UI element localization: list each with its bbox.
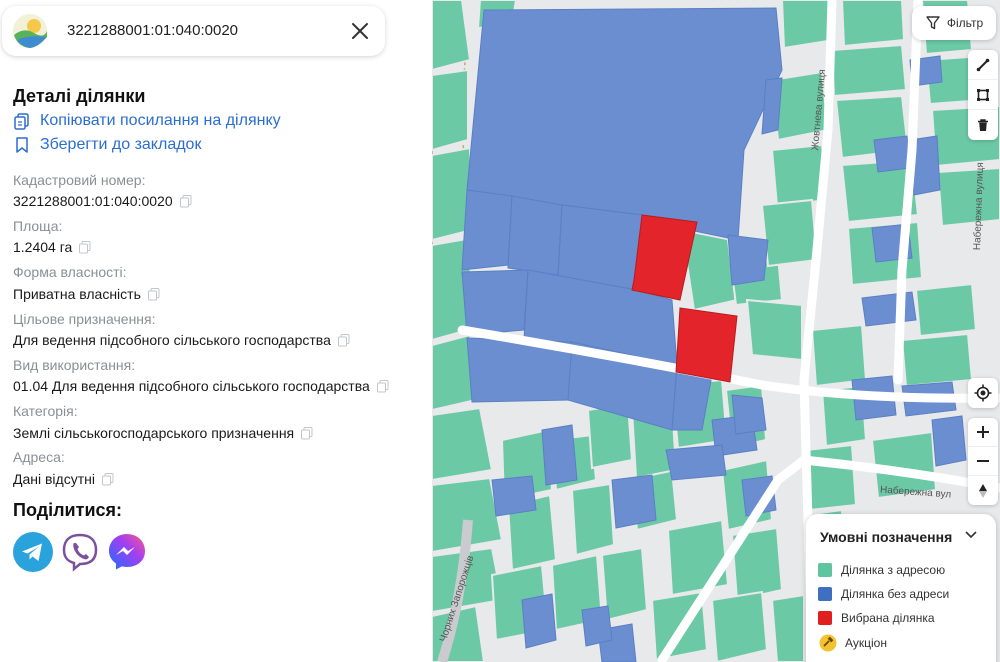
copy-icon[interactable] — [337, 333, 350, 347]
ownership-text: Приватна власність — [13, 286, 141, 302]
locate-button[interactable] — [968, 378, 998, 408]
category-label: Категорія: — [13, 403, 78, 419]
search-bar[interactable]: 3221288001:01:040:0020 — [2, 6, 385, 56]
chevron-down-icon[interactable] — [964, 530, 978, 540]
copy-icon[interactable] — [147, 287, 160, 301]
filter-icon — [926, 16, 940, 30]
purpose-text: Для ведення підсобного сільського господ… — [13, 332, 331, 348]
copy-icon[interactable] — [179, 194, 192, 208]
legend-item-with-address: Ділянка з адресою — [818, 563, 945, 577]
map-legend: Умовні позначення Ділянка з адресою Діля… — [806, 514, 996, 662]
address-text: Дані відсутні — [13, 471, 95, 487]
address-value: Дані відсутні — [13, 471, 114, 487]
copy-icon[interactable] — [79, 240, 91, 254]
trash-icon — [978, 119, 988, 131]
ownership-label: Форма власності: — [13, 264, 127, 280]
map-view[interactable]: Жовтнева вулиця Набережна вулиця Набереж… — [432, 0, 1000, 662]
save-bookmark-button[interactable]: Зберегти до закладок — [13, 136, 201, 154]
legend-label: Вибрана ділянка — [841, 611, 935, 625]
cadastral-number-value: 3221288001:01:040:0020 — [13, 193, 192, 209]
draw-polygon-button[interactable] — [968, 80, 998, 110]
area-value: 1.2404 га — [13, 239, 91, 255]
auction-icon — [819, 634, 837, 652]
viber-icon[interactable] — [60, 532, 100, 572]
legend-swatch — [818, 611, 832, 625]
measure-line-button[interactable] — [968, 50, 998, 80]
legend-label: Ділянка з адресою — [841, 563, 946, 577]
area-label: Площа: — [13, 218, 63, 234]
purpose-value: Для ведення підсобного сільського господ… — [13, 332, 350, 348]
details-panel: 3221288001:01:040:0020 Деталі ділянки Ко… — [0, 0, 432, 662]
save-bookmark-label: Зберегти до закладок — [40, 136, 202, 153]
search-input[interactable]: 3221288001:01:040:0020 — [67, 22, 238, 39]
legend-swatch — [818, 587, 832, 601]
copy-link-icon — [14, 113, 29, 130]
logo-icon — [13, 14, 47, 48]
zoom-in-button[interactable] — [968, 418, 998, 447]
purpose-label: Цільове призначення: — [13, 311, 156, 327]
polygon-icon — [977, 88, 989, 101]
copy-link-button[interactable]: Копіювати посилання на ділянку — [13, 112, 281, 130]
compass-icon — [979, 483, 987, 498]
details-title: Деталі ділянки — [13, 86, 146, 106]
legend-item-selected: Вибрана ділянка — [818, 611, 935, 625]
telegram-icon[interactable] — [13, 532, 53, 572]
cadastral-number-label: Кадастровий номер: — [13, 172, 146, 188]
copy-link-label: Копіювати посилання на ділянку — [40, 112, 281, 129]
cadastral-number-text: 3221288001:01:040:0020 — [13, 193, 173, 209]
delete-drawing-button[interactable] — [968, 110, 998, 140]
legend-item-without-address: Ділянка без адреси — [818, 587, 949, 601]
usage-value: 01.04 Для ведення підсобного сільського … — [13, 378, 389, 394]
selected-parcel[interactable] — [675, 307, 738, 383]
legend-swatch — [818, 563, 832, 577]
copy-icon[interactable] — [301, 426, 313, 440]
zoom-out-button[interactable] — [968, 447, 998, 476]
draw-toolbar — [968, 50, 998, 140]
legend-title: Умовні позначення — [820, 529, 953, 545]
area-text: 1.2404 га — [13, 239, 73, 255]
ownership-value: Приватна власність — [13, 286, 160, 302]
compass-button[interactable] — [968, 476, 998, 505]
locate-icon — [974, 384, 992, 402]
legend-label: Аукціон — [845, 636, 887, 650]
address-label: Адреса: — [13, 449, 65, 465]
filter-button[interactable]: Фільтр — [912, 6, 996, 40]
usage-label: Вид використання: — [13, 357, 136, 373]
copy-icon[interactable] — [376, 379, 389, 393]
bookmark-icon — [16, 137, 28, 153]
usage-text: 01.04 Для ведення підсобного сільського … — [13, 378, 370, 394]
copy-icon[interactable] — [101, 472, 114, 486]
category-value: Землі сільськогосподарського призначення — [13, 425, 313, 441]
zoom-controls — [968, 418, 998, 505]
plus-icon — [977, 426, 989, 438]
share-title: Поділитися: — [13, 500, 123, 520]
close-icon[interactable] — [348, 19, 372, 43]
minus-icon — [977, 460, 989, 462]
legend-item-auction: Аукціон — [818, 634, 887, 652]
filter-label: Фільтр — [946, 16, 984, 30]
category-text: Землі сільськогосподарського призначення — [13, 425, 295, 441]
legend-label: Ділянка без адреси — [841, 587, 950, 601]
ruler-line-icon — [976, 58, 990, 71]
messenger-icon[interactable] — [107, 532, 147, 572]
